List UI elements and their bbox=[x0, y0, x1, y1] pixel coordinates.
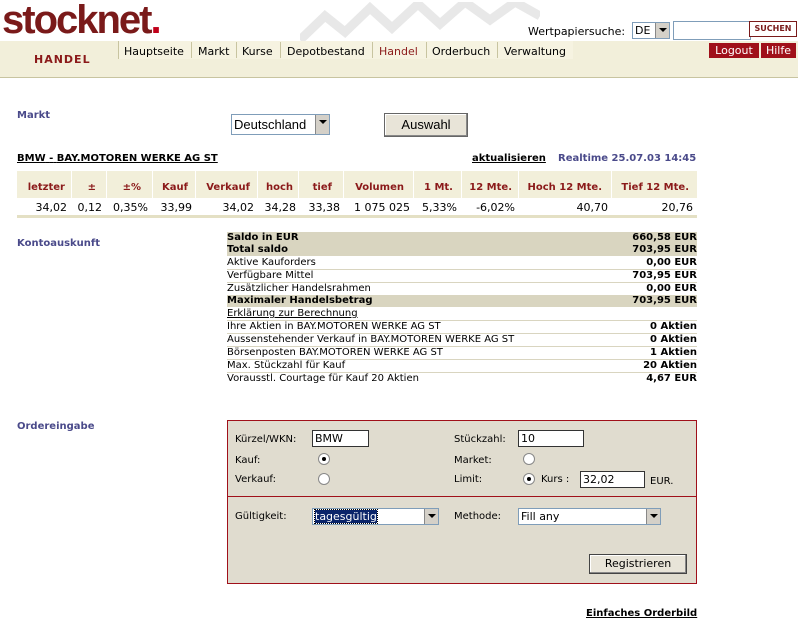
account-row: Max. Stückzahl für Kauf 20 Aktien bbox=[227, 360, 697, 373]
market-order-label: Market: bbox=[454, 455, 492, 466]
market-label: Markt bbox=[17, 110, 51, 121]
nav-kurse[interactable]: Kurse bbox=[242, 45, 273, 58]
quote-value: 33,38 bbox=[308, 201, 341, 214]
search-label: Wertpapiersuche: bbox=[528, 25, 626, 38]
col-header-letzter: letzter bbox=[27, 182, 65, 193]
validity-label: Gültigkeit: bbox=[235, 511, 287, 522]
buy-radio[interactable] bbox=[318, 453, 330, 465]
nav-verwaltung[interactable]: Verwaltung bbox=[504, 45, 566, 58]
refresh-link[interactable]: aktualisieren bbox=[472, 153, 546, 164]
nav-handel[interactable]: Handel bbox=[379, 45, 418, 58]
quote-value: 34,28 bbox=[264, 201, 297, 214]
account-row: Aussenstehender Verkauf in BAY.MOTOREN W… bbox=[227, 334, 697, 347]
simple-order-view-link[interactable]: Einfaches Orderbild bbox=[586, 608, 697, 619]
section-label: HANDEL bbox=[34, 53, 91, 66]
register-button[interactable]: Registrieren bbox=[589, 554, 687, 574]
nav-orderbuch[interactable]: Orderbuch bbox=[432, 45, 490, 58]
select-market-button[interactable]: Auswahl bbox=[384, 113, 468, 137]
quote-value: 34,02 bbox=[35, 201, 68, 214]
quote-value: 1 075 025 bbox=[354, 201, 410, 214]
nav-separator bbox=[426, 42, 427, 58]
order-label: Ordereingabe bbox=[17, 421, 95, 432]
method-select[interactable]: Fill any bbox=[518, 508, 661, 525]
col-header-hoch-12mte: Hoch 12 Mte. bbox=[527, 182, 602, 193]
limit-label: Limit: bbox=[454, 474, 483, 485]
col-header-volumen: Volumen bbox=[355, 182, 404, 193]
quote-value: 33,99 bbox=[160, 201, 193, 214]
price-label: Kurs : bbox=[541, 474, 570, 485]
quantity-input[interactable]: 10 bbox=[518, 430, 584, 447]
account-row: Saldo in EUR 660,58 EUR bbox=[227, 232, 697, 244]
stocknet-logo[interactable]: stocknet. bbox=[2, 0, 162, 43]
nav-separator bbox=[191, 42, 192, 58]
chevron-down-icon bbox=[315, 115, 329, 134]
nav-separator bbox=[280, 42, 281, 58]
col-header-change: ± bbox=[87, 182, 96, 193]
symbol-input[interactable]: BMW bbox=[312, 430, 369, 447]
sell-radio[interactable] bbox=[318, 473, 330, 485]
limit-price-input[interactable]: 32,02 bbox=[580, 471, 645, 488]
chevron-down-icon bbox=[424, 509, 438, 524]
col-header-tief-12mte: Tief 12 Mte. bbox=[621, 182, 689, 193]
limit-order-radio[interactable] bbox=[523, 473, 535, 485]
symbol-label: Kürzel/WKN: bbox=[235, 434, 297, 445]
market-select[interactable]: Deutschland bbox=[231, 114, 330, 135]
chevron-down-icon bbox=[655, 23, 669, 38]
col-header-hoch: hoch bbox=[265, 182, 293, 193]
nav-depotbestand[interactable]: Depotbestand bbox=[287, 45, 365, 58]
quote-value: 20,76 bbox=[661, 201, 694, 214]
nav-markt[interactable]: Markt bbox=[198, 45, 229, 58]
method-label: Methode: bbox=[454, 511, 502, 522]
col-header-tief: tief bbox=[312, 182, 332, 193]
currency-label: EUR. bbox=[650, 476, 674, 487]
col-header-12mte: 12 Mte. bbox=[469, 182, 512, 193]
nav-separator bbox=[497, 42, 498, 58]
country-select[interactable]: DE bbox=[632, 22, 670, 39]
logout-button[interactable]: Logout bbox=[709, 43, 759, 58]
account-row: Aktive Kauforders 0,00 EUR bbox=[227, 257, 697, 270]
account-row: Börsenposten BAY.MOTOREN WERKE AG ST 1 Ak… bbox=[227, 347, 697, 360]
quantity-label: Stückzahl: bbox=[454, 434, 506, 445]
quote-value: -6,02% bbox=[476, 201, 515, 214]
calculation-explanation-link[interactable]: Erklärung zur Berechnung bbox=[227, 308, 697, 321]
account-row: Vorausstl. Courtage für Kauf 20 Aktien 4,… bbox=[227, 373, 697, 384]
order-divider bbox=[227, 496, 697, 497]
help-button[interactable]: Hilfe bbox=[761, 43, 796, 58]
col-header-1mt: 1 Mt. bbox=[424, 182, 453, 193]
account-row: Maximaler Handelsbetrag 703,95 EUR bbox=[227, 295, 697, 307]
col-header-change-pct: ±% bbox=[122, 182, 141, 193]
stock-title[interactable]: BMW - BAY.MOTOREN WERKE AG ST bbox=[17, 153, 218, 164]
quote-value: 40,70 bbox=[576, 201, 609, 214]
col-header-kauf: Kauf bbox=[162, 182, 188, 193]
validity-select[interactable]: tagesgültig bbox=[312, 508, 439, 525]
quote-bottom-rule bbox=[17, 215, 697, 218]
nav-separator bbox=[236, 42, 237, 58]
col-header-verkauf: Verkauf bbox=[206, 182, 250, 193]
nav-hauptseite[interactable]: Hauptseite bbox=[124, 45, 184, 58]
account-label: Kontoauskunft bbox=[17, 238, 101, 249]
chevron-down-icon bbox=[646, 509, 660, 524]
account-row: Total saldo 703,95 EUR bbox=[227, 244, 697, 256]
sell-label: Verkauf: bbox=[235, 474, 276, 485]
account-row: Verfügbare Mittel 703,95 EUR bbox=[227, 270, 697, 283]
quote-value: 0,12 bbox=[77, 201, 103, 214]
decorative-waves bbox=[300, 2, 540, 42]
quote-value: 34,02 bbox=[222, 201, 255, 214]
search-input[interactable] bbox=[673, 21, 751, 40]
buy-label: Kauf: bbox=[235, 455, 261, 466]
market-order-radio[interactable] bbox=[523, 453, 535, 465]
nav-separator bbox=[372, 42, 373, 58]
search-button[interactable]: SUCHEN bbox=[749, 21, 797, 37]
quote-value: 5,33% bbox=[422, 201, 457, 214]
account-row: Ihre Aktien in BAY.MOTOREN WERKE AG ST 0 … bbox=[227, 321, 697, 334]
realtime-timestamp: Realtime 25.07.03 14:45 bbox=[558, 153, 697, 164]
quote-value: 0,35% bbox=[113, 201, 148, 214]
